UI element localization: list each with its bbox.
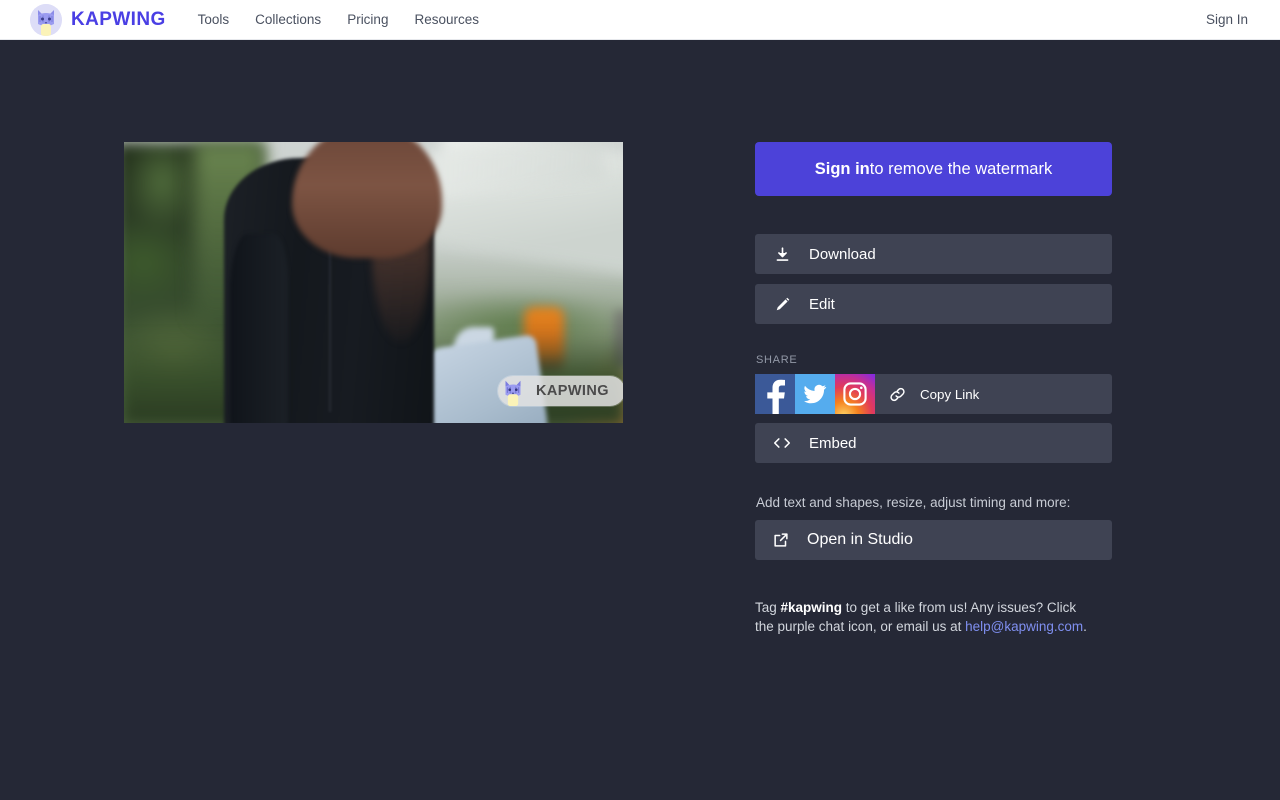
- embed-button[interactable]: Embed: [755, 423, 1112, 463]
- embed-label: Embed: [809, 434, 857, 452]
- footer-hashtag: #kapwing: [780, 600, 843, 615]
- open-in-studio-label: Open in Studio: [807, 531, 913, 548]
- nav-item-collections[interactable]: Collections: [255, 12, 321, 27]
- copy-link-button[interactable]: Copy Link: [875, 374, 1112, 414]
- nav-item-pricing[interactable]: Pricing: [347, 12, 388, 27]
- video-preview[interactable]: KAPWING: [124, 142, 623, 423]
- edit-label: Edit: [809, 295, 835, 313]
- pencil-icon: [755, 296, 809, 313]
- actions-panel: Sign in to remove the watermark Download: [755, 142, 1112, 636]
- twitter-icon: [803, 382, 827, 406]
- support-email-link[interactable]: help@kapwing.com: [965, 619, 1083, 634]
- share-row: Copy Link: [755, 374, 1112, 414]
- header-sign-in-link[interactable]: Sign In: [1206, 12, 1248, 27]
- sign-in-rest-text: to remove the watermark: [869, 159, 1053, 178]
- watermark-label: KAPWING: [536, 383, 609, 399]
- kapwing-watermark: KAPWING: [498, 376, 623, 406]
- brand-logo-link[interactable]: KAPWING: [30, 3, 166, 36]
- instagram-icon: [842, 381, 868, 407]
- download-icon: [755, 246, 809, 263]
- nav-item-tools[interactable]: Tools: [198, 12, 230, 27]
- facebook-share-button[interactable]: [755, 374, 795, 414]
- studio-hint-text: Add text and shapes, resize, adjust timi…: [756, 495, 1071, 510]
- kapwing-cat-logo-icon: [498, 376, 528, 406]
- sign-in-strong-text: Sign in: [814, 159, 870, 178]
- footer-help-text: Tag #kapwing to get a like from us! Any …: [755, 598, 1095, 636]
- page-body: KAPWING Sign in to remove the watermark …: [0, 40, 1280, 800]
- nav-item-resources[interactable]: Resources: [414, 12, 479, 27]
- twitter-share-button[interactable]: [795, 374, 835, 414]
- code-brackets-icon: [755, 435, 809, 451]
- copy-link-label: Copy Link: [920, 386, 980, 402]
- footer-part-1: Tag: [755, 600, 781, 615]
- external-link-icon: [755, 531, 807, 549]
- sign-in-remove-watermark-button[interactable]: Sign in to remove the watermark: [755, 142, 1112, 196]
- footer-part-3: .: [1083, 619, 1087, 634]
- main-nav: Tools Collections Pricing Resources: [198, 12, 479, 27]
- download-label: Download: [809, 245, 876, 263]
- kapwing-cat-logo-icon: [30, 3, 62, 36]
- open-in-studio-button[interactable]: Open in Studio: [755, 520, 1112, 560]
- instagram-share-button[interactable]: [835, 374, 875, 414]
- share-section-title: SHARE: [756, 354, 798, 366]
- facebook-icon: [755, 374, 795, 414]
- brand-name: KAPWING: [71, 8, 166, 30]
- site-header: KAPWING Tools Collections Pricing Resour…: [0, 0, 1280, 40]
- download-button[interactable]: Download: [755, 234, 1112, 274]
- edit-button[interactable]: Edit: [755, 284, 1112, 324]
- link-icon: [875, 385, 920, 404]
